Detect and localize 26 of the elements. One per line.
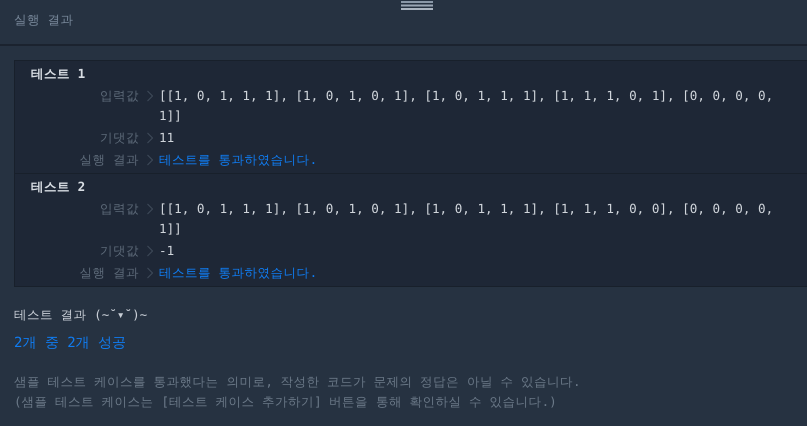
success-count: 2개 중 2개 성공 [14, 334, 128, 352]
row-label: 실행 결과 [78, 264, 139, 282]
test-title: 테스트 1 [30, 65, 86, 83]
section-title: 실행 결과 [14, 12, 74, 27]
row-value: -1 [159, 242, 176, 260]
chevron-icon [147, 90, 153, 102]
note-text: 샘플 테스트 케이스를 통과했다는 의미로, 작성한 코드가 문제의 정답은 아닐 수 있습니다. [14, 373, 582, 391]
row-label: 입력값 [99, 87, 139, 105]
chevron-icon [147, 245, 153, 257]
chevron-icon [147, 203, 153, 215]
row-label: 기댓값 [99, 242, 139, 260]
row-value: [[1, 0, 1, 1, 1], [1, 0, 1, 0, 1], [1, 0, 1, 1, 1], [1, 1, 1, 0, 1], [0, 0, 0, 0, 1]] [159, 87, 774, 125]
row-value: [[1, 0, 1, 1, 1], [1, 0, 1, 0, 1], [1, 0, 1, 1, 1], [1, 1, 1, 0, 0], [0, 0, 0, 0, 1]] [159, 200, 774, 238]
row-value: 11 [159, 129, 176, 147]
note-text: (샘플 테스트 케이스는 [테스트 케이스 추가하기] 버튼을 통해 확인하실 수 있습니다.) [14, 393, 558, 411]
row-label: 기댓값 [99, 129, 139, 147]
row-label: 실행 결과 [78, 151, 139, 169]
row-label: 입력값 [99, 200, 139, 218]
result-message: 테스트를 통과하였습니다. [159, 151, 318, 169]
drag-handle-icon[interactable] [401, 1, 433, 10]
test-title: 테스트 2 [30, 178, 86, 196]
chevron-icon [147, 267, 153, 279]
chevron-icon [147, 154, 153, 166]
summary-heading: 테스트 결과 (~˘▾˘)~ [14, 307, 148, 324]
result-message: 테스트를 통과하였습니다. [159, 264, 318, 282]
chevron-icon [147, 132, 153, 144]
